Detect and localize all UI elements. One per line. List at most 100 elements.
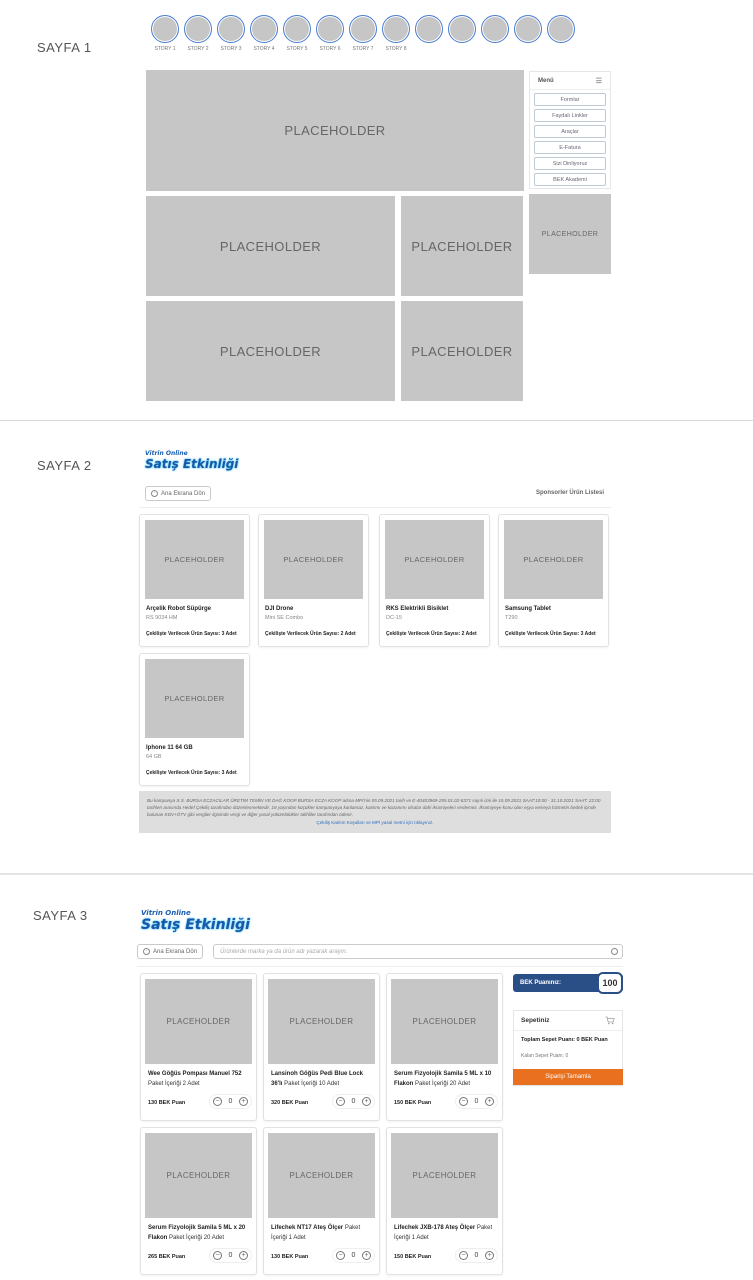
minus-icon[interactable]: − [213,1097,222,1106]
product-image-placeholder: PLACEHOLDER [145,1133,252,1218]
plus-icon[interactable]: + [239,1251,248,1260]
product-name: Iphone 11 64 GB [146,745,193,751]
back-to-home-button[interactable]: ◦ Ana Ekrana Dön [137,944,204,959]
story-thumbnail [283,15,311,43]
basket-remaining: Kalan Sepet Puanı: 0 [521,1053,569,1059]
story-item[interactable] [547,15,575,46]
story-item[interactable]: STORY 8 [382,15,410,52]
plus-icon[interactable]: + [362,1097,371,1106]
legal-notice: Bu kampanya S.S. BURSA ECZACILAR ÜRETİM … [139,791,611,833]
product-image-placeholder: PLACEHOLDER [145,659,244,738]
logo-title: Satış Etkinliği [141,917,250,933]
story-label: STORY 4 [253,46,275,52]
minus-icon[interactable]: − [459,1251,468,1260]
story-label: STORY 2 [187,46,209,52]
story-item[interactable]: STORY 1 [151,15,179,52]
sponsor-product-card[interactable]: PLACEHOLDER DJI Drone Mini SE Combo Çekiliş… [258,514,369,647]
sponsor-product-card[interactable]: PLACEHOLDER Iphone 11 64 GB 64 GB Çekilişte… [139,653,250,786]
product-card[interactable]: PLACEHOLDER Serum Fizyolojik Samila 5 ML … [386,973,503,1121]
search-icon[interactable] [611,948,618,955]
plus-icon[interactable]: + [239,1097,248,1106]
plus-icon[interactable]: + [485,1097,494,1106]
product-model: T290 [505,615,518,621]
product-image-placeholder: PLACEHOLDER [504,520,603,599]
product-card[interactable]: PLACEHOLDER Lansinoh Göğüs Pedi Blue Lock… [263,973,380,1121]
story-item[interactable] [415,15,443,46]
product-image-placeholder: PLACEHOLDER [264,520,363,599]
cart-icon[interactable] [605,1016,615,1025]
story-item[interactable]: STORY 2 [184,15,212,52]
plus-icon[interactable]: + [362,1251,371,1260]
menu-item[interactable]: E-Fatura [534,141,606,154]
page-divider [0,420,753,421]
story-item[interactable] [481,15,509,46]
satis-etkinligi-logo: Vitrin Online Satış Etkinliği [141,909,250,933]
product-points: 265 BEK Puan [148,1254,186,1260]
story-item[interactable]: STORY 5 [283,15,311,52]
back-to-home-button[interactable]: ◦ Ana Ekrana Dön [145,486,212,501]
product-pack: Paket İçeriği 2 Adet [148,1081,200,1087]
sponsor-product-card[interactable]: PLACEHOLDER RKS Elektrikli Bisiklet DC-15 Ç… [379,514,490,647]
basket-title: Sepetiniz [521,1017,550,1024]
minus-icon[interactable]: − [336,1097,345,1106]
product-name: DJI Drone [265,606,294,612]
minus-icon[interactable]: − [336,1251,345,1260]
product-name: Samsung Tablet [505,606,551,612]
legal-terms-link[interactable]: Çekiliş Katılım Koşulları ve MPİ yasal m… [147,819,603,826]
story-item[interactable]: STORY 6 [316,15,344,52]
product-image-placeholder: PLACEHOLDER [268,979,375,1064]
banner-placeholder[interactable]: PLACEHOLDER [146,196,395,296]
menu-item[interactable]: Araçlar [534,125,606,138]
product-pack: Paket İçeriği 20 Adet [415,1081,471,1087]
product-card[interactable]: PLACEHOLDER Wee Göğüs Pompası Manuel 752 … [140,973,257,1121]
minus-icon[interactable]: − [459,1097,468,1106]
menu-item[interactable]: Faydalı Linkler [534,109,606,122]
story-item[interactable] [448,15,476,46]
basket-total: Toplam Sepet Puanı: 0 BEK Puan [521,1037,608,1043]
product-points: 150 BEK Puan [394,1254,432,1260]
menu-item[interactable]: Formlar [534,93,606,106]
product-pack: Paket İçeriği 10 Adet [284,1081,340,1087]
plus-icon[interactable]: + [485,1251,494,1260]
banner-placeholder[interactable]: PLACEHOLDER [401,196,523,296]
minus-icon[interactable]: − [213,1251,222,1260]
story-label: STORY 3 [220,46,242,52]
product-name: Wee Göğüs Pompası Manuel 752 [148,1071,242,1077]
hero-banner-placeholder[interactable]: PLACEHOLDER [146,70,524,191]
banner-placeholder[interactable]: PLACEHOLDER [401,301,523,401]
quantity-stepper: −0 + [455,1094,498,1109]
product-card[interactable]: PLACEHOLDER Lifechek NT17 Ateş Ölçer Pake… [263,1127,380,1275]
giveaway-count: Çekilişte Verilecek Ürün Sayısı: 3 Adet [505,631,596,637]
complete-order-button[interactable]: Siparişi Tamamla [513,1069,623,1085]
side-banner-placeholder[interactable]: PLACEHOLDER [529,194,611,274]
sponsor-product-card[interactable]: PLACEHOLDER Arçelik Robot Süpürge RS 9034 … [139,514,250,647]
story-item[interactable]: STORY 4 [250,15,278,52]
menu-item[interactable]: Sizi Dinliyoruz [534,157,606,170]
hamburger-icon[interactable]: ☰ [596,77,602,85]
product-name: Lifechek JXB-178 Ateş Ölçer [394,1225,476,1231]
product-card[interactable]: PLACEHOLDER Lifechek JXB-178 Ateş Ölçer P… [386,1127,503,1275]
menu-item[interactable]: BEK Akademi [534,173,606,186]
quantity-value: 0 [351,1252,356,1259]
product-model: RS 9034 HM [146,615,178,621]
story-thumbnail [217,15,245,43]
sponsor-product-card[interactable]: PLACEHOLDER Samsung Tablet T290 Çekilişte V… [498,514,609,647]
quantity-stepper: −0 + [209,1094,252,1109]
story-item[interactable]: STORY 3 [217,15,245,52]
product-card[interactable]: PLACEHOLDER Serum Fizyolojik Samila 5 ML … [140,1127,257,1275]
giveaway-count: Çekilişte Verilecek Ürün Sayısı: 2 Adet [386,631,477,637]
quantity-value: 0 [351,1098,356,1105]
bek-points-badge: BEK Puanınız: 100 [513,972,623,994]
product-search-input[interactable]: Ürünlerde marka ya da ürün adı yazarak a… [213,944,623,959]
side-menu-header: Menü ☰ [530,72,610,90]
story-item[interactable]: STORY 7 [349,15,377,52]
giveaway-count: Çekilişte Verilecek Ürün Sayısı: 3 Adet [146,631,237,637]
quantity-stepper: −0 + [332,1094,375,1109]
banner-placeholder[interactable]: PLACEHOLDER [146,301,395,401]
story-thumbnail [415,15,443,43]
story-thumbnail [316,15,344,43]
basket-panel: Sepetiniz Toplam Sepet Puanı: 0 BEK Puan… [513,1010,623,1086]
search-placeholder: Ürünlerde marka ya da ürün adı yazarak a… [220,948,348,955]
story-item[interactable] [514,15,542,46]
quantity-value: 0 [474,1252,479,1259]
